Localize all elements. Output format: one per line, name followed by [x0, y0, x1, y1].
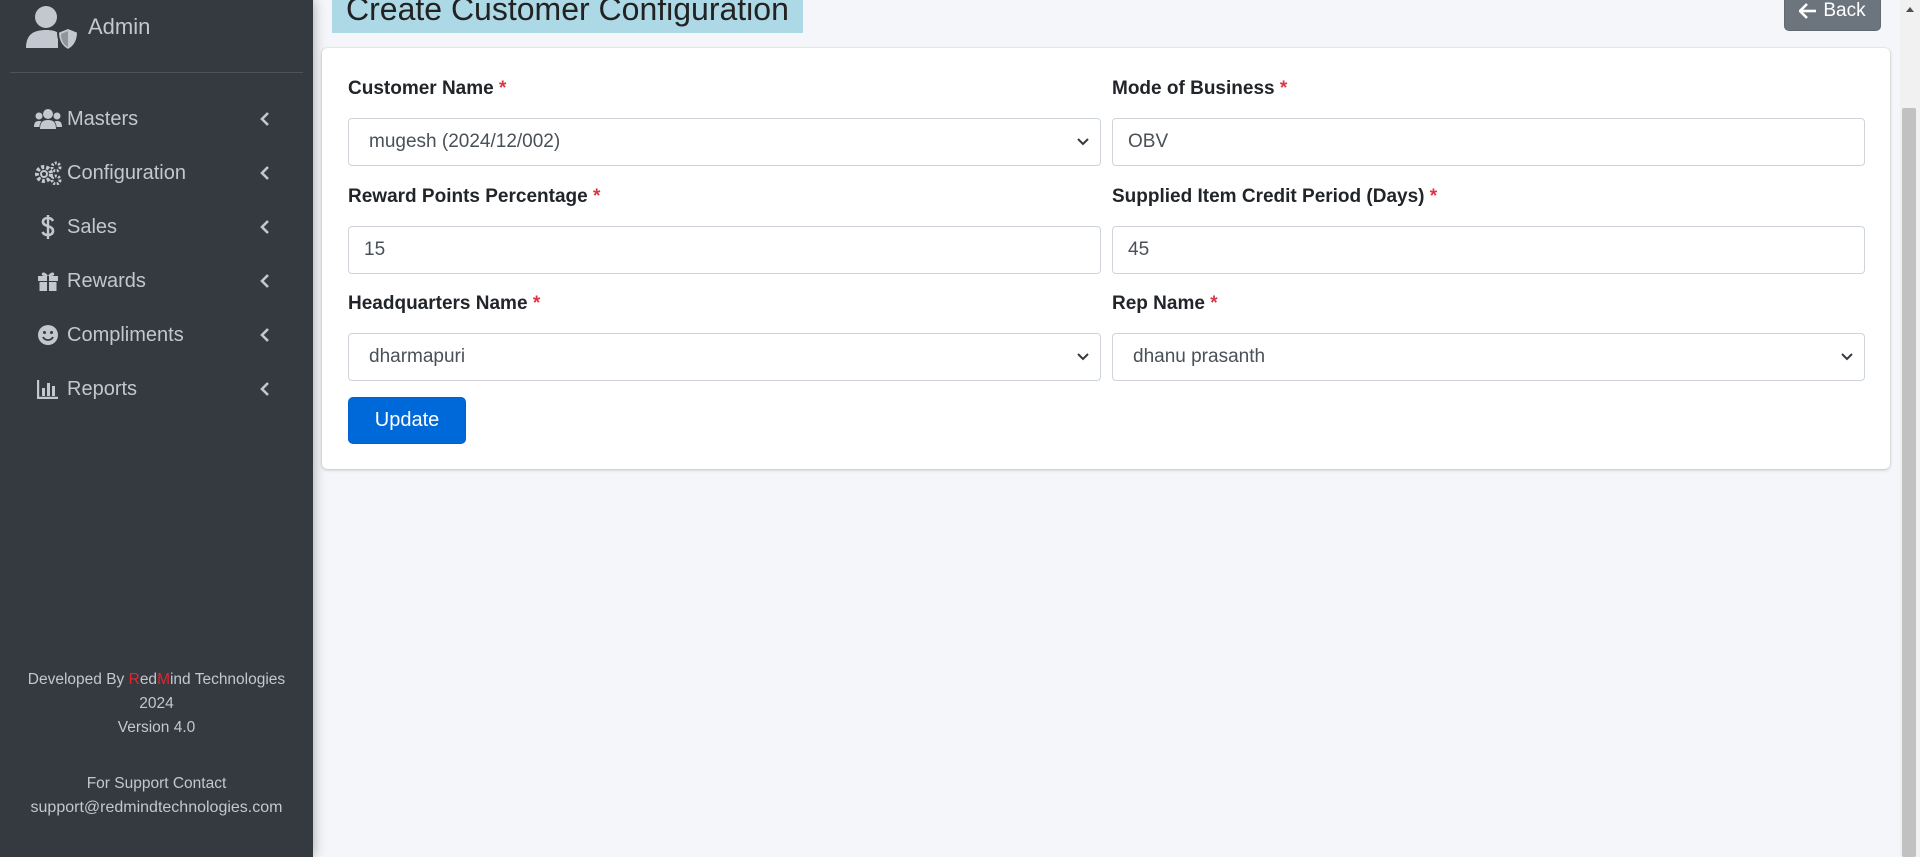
- chevron-left-icon: [260, 220, 269, 234]
- arrow-left-icon: [1799, 2, 1817, 19]
- smile-icon: [32, 322, 64, 348]
- customer-name-field: Customer Name * mugesh (2024/12/002): [348, 78, 1101, 166]
- rep-name-select[interactable]: dhanu prasanth: [1112, 333, 1865, 381]
- credit-period-input[interactable]: 45: [1112, 226, 1865, 274]
- app-version: Version 4.0: [117, 719, 196, 736]
- support-label: For Support Contact: [86, 775, 227, 792]
- chevron-left-icon: [260, 328, 269, 342]
- support-email: support@redmindtechnologies.com: [30, 799, 283, 816]
- page-title: Create Customer Configuration: [332, 0, 803, 33]
- developer-credit: Developed By RedMind Technologies: [27, 671, 286, 688]
- sidebar-nav: Masters Configuration Sales Rewards Comp…: [10, 92, 303, 416]
- chevron-down-icon: [1077, 353, 1089, 361]
- users-icon: [32, 106, 64, 132]
- sidebar-item-label: Masters: [67, 107, 139, 130]
- chevron-left-icon: [260, 274, 269, 288]
- brand[interactable]: Admin: [10, 0, 303, 73]
- scroll-up-icon[interactable]: [1906, 7, 1914, 12]
- scrollbar-thumb[interactable]: [1902, 108, 1916, 857]
- sidebar-item-label: Rewards: [67, 269, 146, 292]
- customer-name-label: Customer Name *: [348, 78, 507, 99]
- credit-period-label: Supplied Item Credit Period (Days) *: [1112, 186, 1438, 207]
- cogs-icon: [32, 160, 64, 186]
- sidebar-item-label: Sales: [67, 215, 118, 238]
- mode-of-business-input[interactable]: OBV: [1112, 118, 1865, 166]
- sidebar-item-label: Configuration: [67, 161, 186, 184]
- headquarters-label: Headquarters Name *: [348, 293, 541, 314]
- gift-icon: [32, 268, 64, 294]
- update-button[interactable]: Update: [348, 397, 466, 444]
- chevron-down-icon: [1841, 353, 1853, 361]
- chevron-left-icon: [260, 166, 269, 180]
- sidebar: Admin Masters Configuration Sales Reward…: [0, 0, 313, 857]
- back-button-label: Back: [1823, 0, 1866, 21]
- credit-period-field: Supplied Item Credit Period (Days) * 45: [1112, 186, 1865, 274]
- chevron-left-icon: [260, 382, 269, 396]
- dollar-icon: [32, 214, 64, 240]
- sidebar-item-sales[interactable]: Sales: [10, 200, 303, 254]
- reward-points-field: Reward Points Percentage * 15: [348, 186, 1101, 274]
- rep-name-label: Rep Name *: [1112, 293, 1218, 314]
- sidebar-item-rewards[interactable]: Rewards: [10, 254, 303, 308]
- user-shield-icon: [26, 6, 80, 50]
- bar-chart-icon: [32, 376, 64, 402]
- headquarters-select[interactable]: dharmapuri: [348, 333, 1101, 381]
- rep-name-field: Rep Name * dhanu prasanth: [1112, 293, 1865, 381]
- sidebar-footer: Developed By RedMind Technologies 2024 V…: [0, 668, 313, 820]
- brand-text: Admin: [88, 14, 151, 39]
- reward-points-label: Reward Points Percentage *: [348, 186, 601, 207]
- mode-of-business-field: Mode of Business * OBV: [1112, 78, 1865, 166]
- sidebar-item-label: Reports: [67, 377, 138, 400]
- sidebar-item-configuration[interactable]: Configuration: [10, 146, 303, 200]
- footer-year: 2024: [139, 695, 174, 712]
- chevron-down-icon: [1077, 138, 1089, 146]
- reward-points-input[interactable]: 15: [348, 226, 1101, 274]
- sidebar-item-compliments[interactable]: Compliments: [10, 308, 303, 362]
- scrollbar[interactable]: [1900, 0, 1920, 857]
- customer-name-select[interactable]: mugesh (2024/12/002): [348, 118, 1101, 166]
- sidebar-item-masters[interactable]: Masters: [10, 92, 303, 146]
- sidebar-item-reports[interactable]: Reports: [10, 362, 303, 416]
- mode-of-business-label: Mode of Business *: [1112, 78, 1288, 99]
- headquarters-field: Headquarters Name * dharmapuri: [348, 293, 1101, 381]
- back-button[interactable]: Back: [1784, 0, 1881, 31]
- chevron-left-icon: [260, 112, 269, 126]
- form-card: Customer Name * mugesh (2024/12/002) Mod…: [322, 48, 1890, 469]
- sidebar-item-label: Compliments: [67, 323, 184, 346]
